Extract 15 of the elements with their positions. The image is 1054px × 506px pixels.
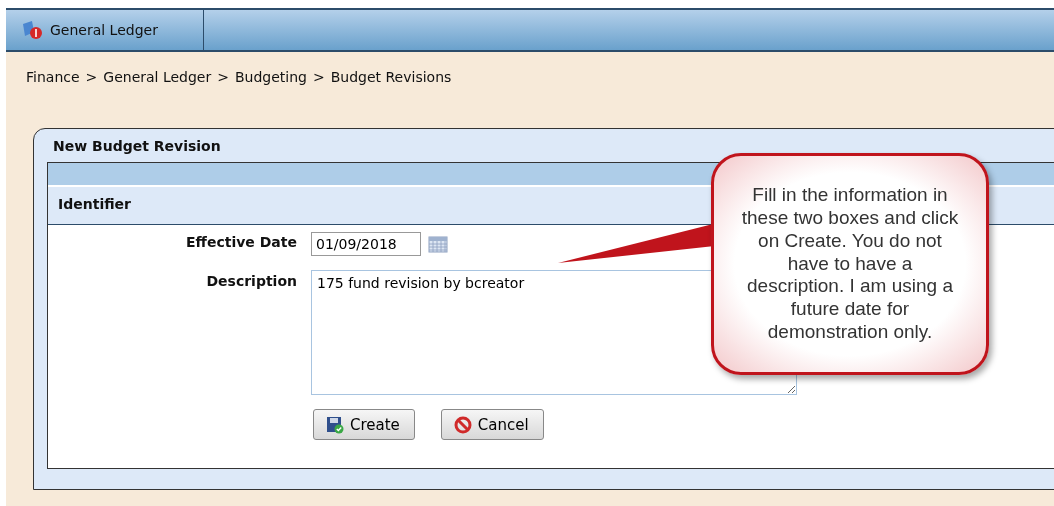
panel-title: New Budget Revision: [52, 137, 222, 156]
callout-tooltip: Fill in the information in these two boxes and click on Create. You do not have to have a description. I am using a future date for demonstration only.: [711, 153, 989, 375]
breadcrumb-link[interactable]: Budget Revisions: [330, 69, 452, 85]
breadcrumb-link[interactable]: Budgeting: [234, 69, 307, 85]
breadcrumb-separator: >: [313, 69, 325, 85]
cancel-button[interactable]: Cancel: [440, 409, 544, 440]
module-tab[interactable]: General Ledger: [6, 10, 204, 50]
date-field[interactable]: 01/09/2018: [311, 232, 421, 256]
field-label: Description: [205, 272, 297, 289]
create-button[interactable]: Create: [313, 409, 415, 440]
breadcrumb-link[interactable]: General Ledger: [103, 69, 212, 85]
breadcrumb-separator: >: [217, 69, 229, 85]
field-label: Effective Date: [185, 233, 297, 250]
breadcrumb-link[interactable]: Finance: [26, 69, 80, 85]
breadcrumb-separator: >: [85, 69, 98, 85]
